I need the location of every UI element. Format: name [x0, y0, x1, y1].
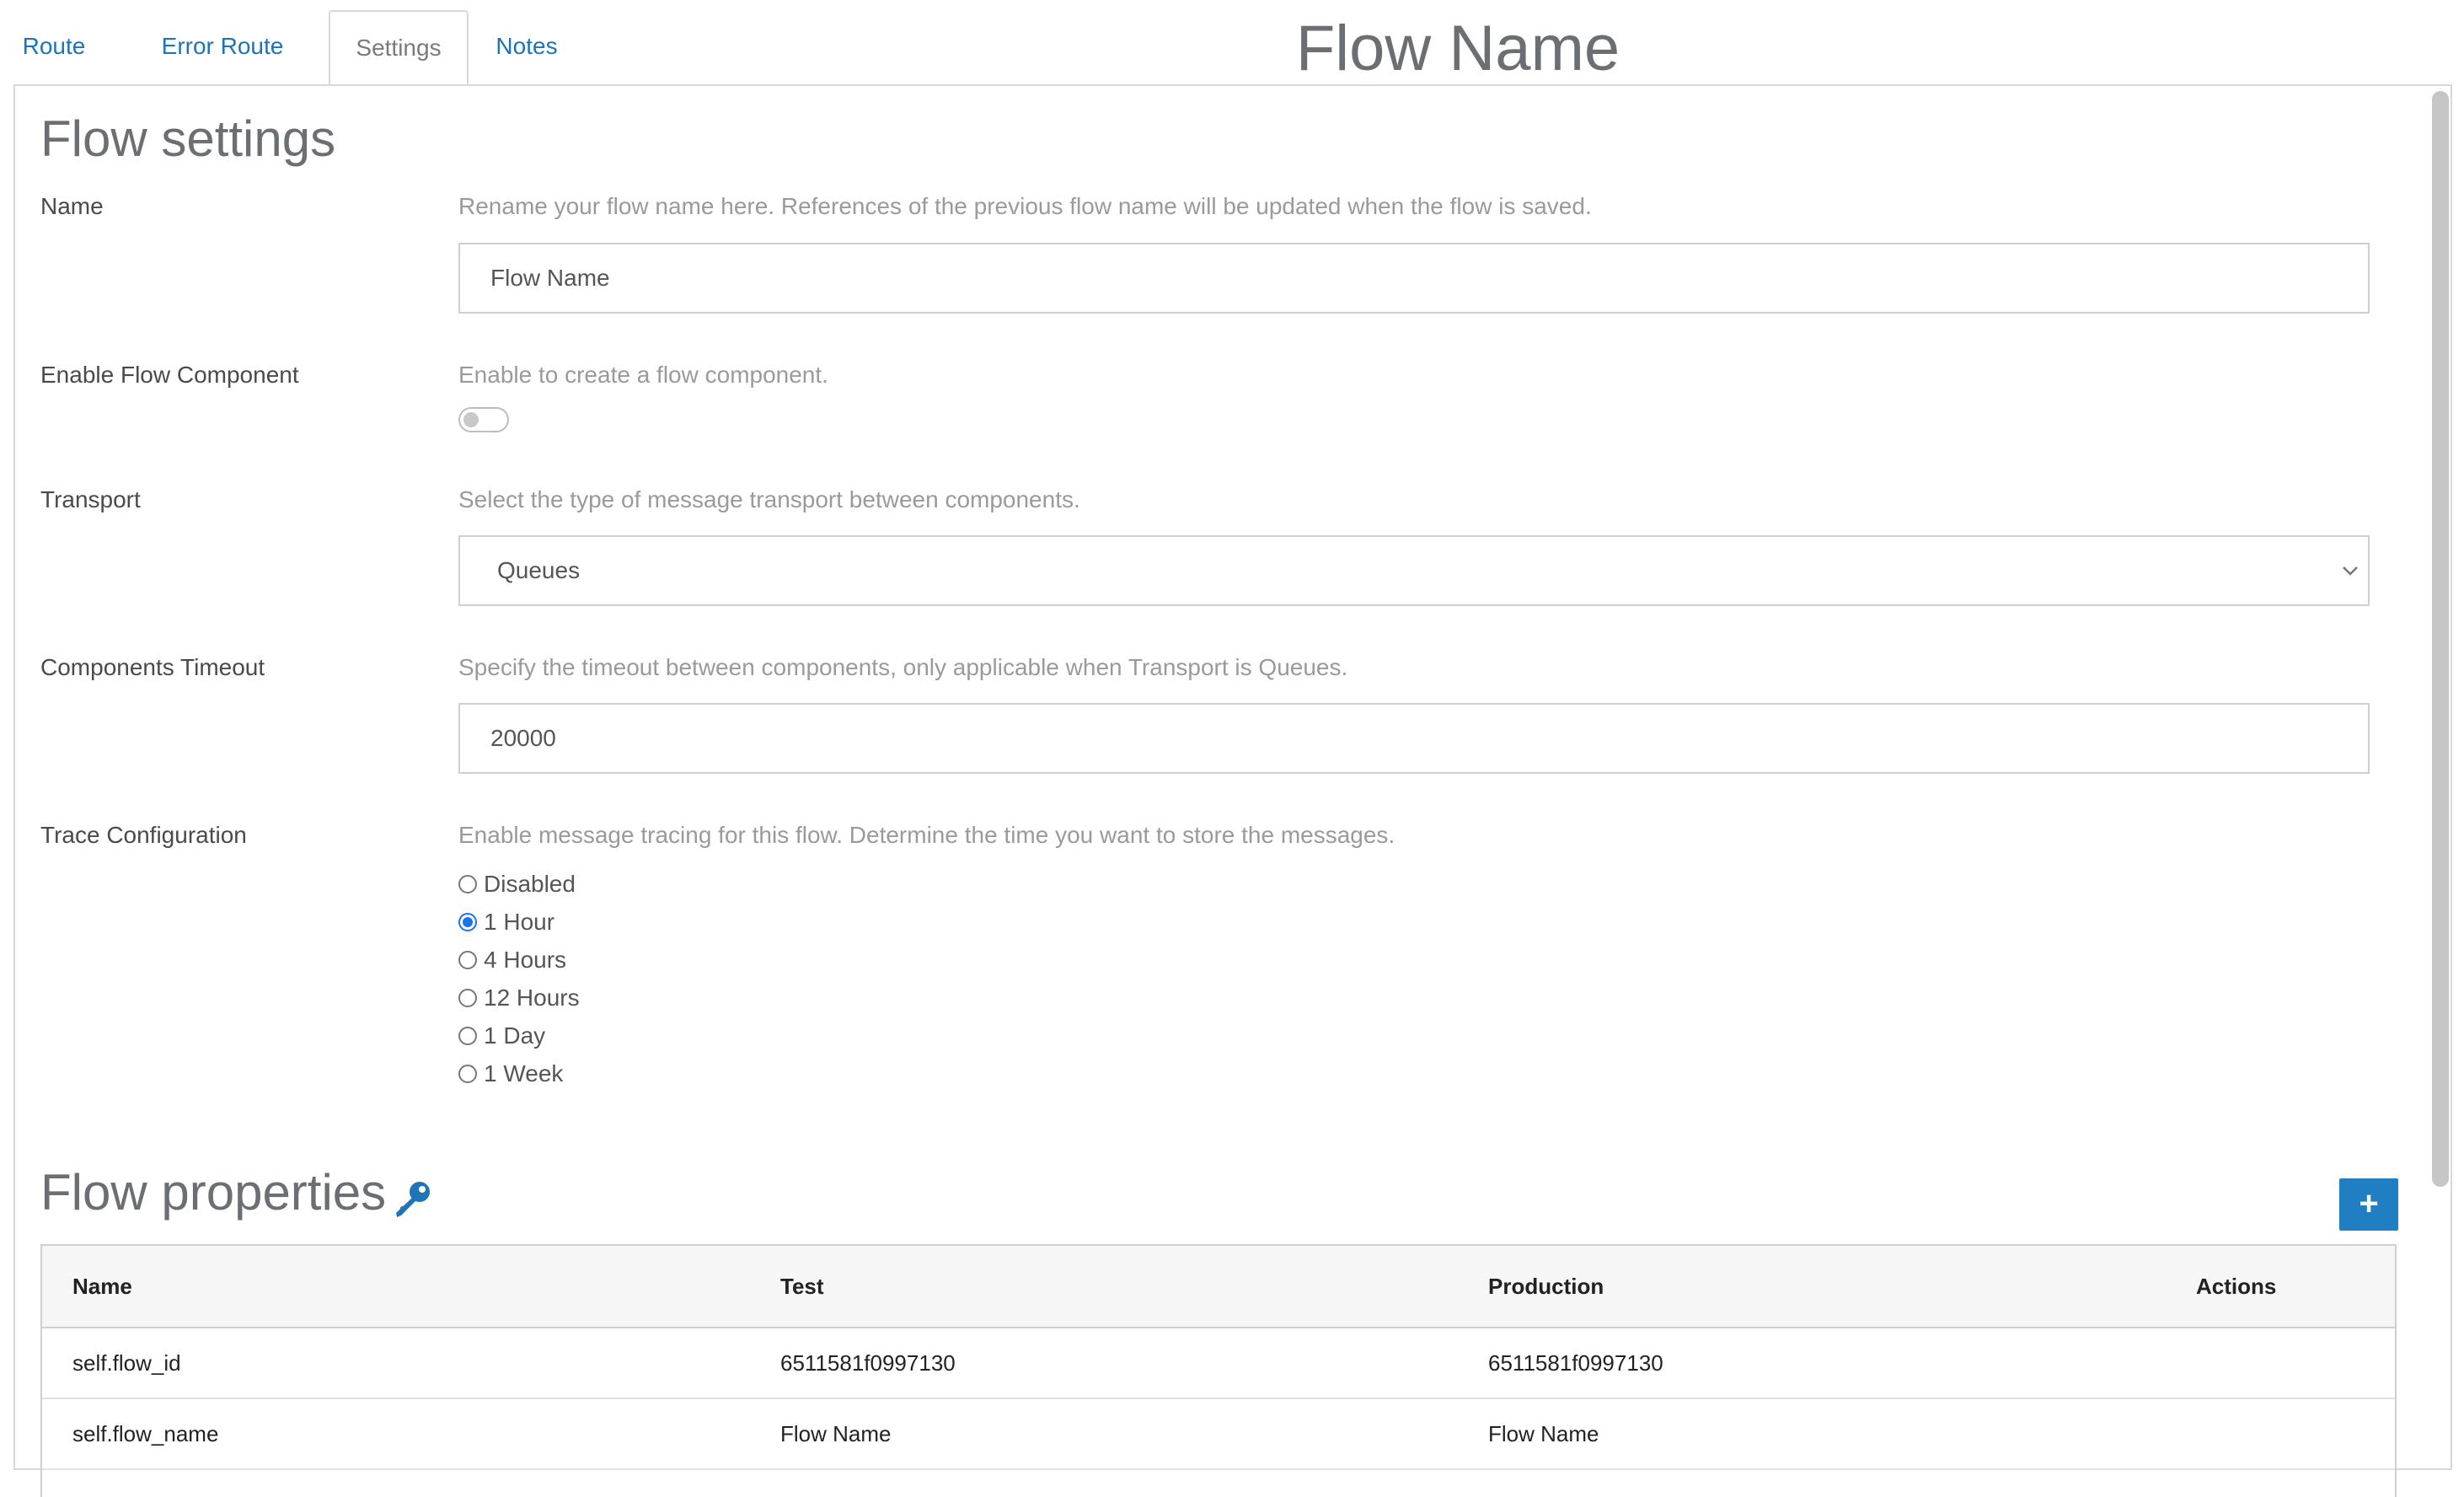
cell-test: 6511581f0997130 — [780, 1350, 956, 1376]
properties-table: Name Test Production Actions self.flow_i… — [40, 1244, 2397, 1497]
transport-value: Queues — [497, 557, 581, 583]
tab-notes[interactable]: Notes — [480, 10, 573, 83]
trace-option-disabled[interactable]: Disabled — [458, 865, 580, 903]
timeout-label: Components Timeout — [40, 654, 265, 680]
key-icon[interactable] — [393, 1178, 433, 1221]
timeout-input[interactable]: 20000 — [458, 703, 2370, 774]
radio-label: 1 Week — [484, 1060, 564, 1087]
trace-option-4-hours[interactable]: 4 Hours — [458, 941, 580, 979]
radio-button[interactable] — [458, 1064, 477, 1083]
column-header-production: Production — [1488, 1274, 1604, 1299]
cell-name: self.flow_name — [72, 1421, 219, 1446]
flow-title: Flow Name — [1295, 13, 1620, 84]
add-property-button[interactable]: + — [2339, 1178, 2398, 1231]
radio-label: 12 Hours — [484, 984, 580, 1011]
radio-label: 1 Hour — [484, 908, 555, 935]
cell-test: Flow Name — [780, 1421, 892, 1446]
toggle-knob — [463, 412, 479, 427]
cell-name: self.flow_id — [72, 1350, 181, 1376]
name-label: Name — [40, 193, 104, 219]
column-header-actions: Actions — [2196, 1274, 2277, 1299]
radio-button[interactable] — [458, 874, 477, 893]
trace-label: Trace Configuration — [40, 822, 247, 848]
table-row: self.flow_name Flow Name Flow Name — [42, 1399, 2395, 1470]
flow-component-help: Enable to create a flow component. — [458, 362, 828, 388]
timeout-help: Specify the timeout between components, … — [458, 654, 1348, 680]
transport-help: Select the type of message transport bet… — [458, 486, 1080, 512]
cell-production: 6511581f0997130 — [1488, 1350, 1663, 1376]
flow-component-toggle[interactable] — [458, 407, 509, 432]
transport-label: Transport — [40, 486, 141, 512]
trace-option-1-day[interactable]: 1 Day — [458, 1017, 580, 1054]
flow-settings-heading: Flow settings — [40, 110, 336, 167]
radio-button[interactable] — [458, 988, 477, 1007]
scrollbar[interactable] — [2432, 91, 2449, 1187]
trace-option-1-week[interactable]: 1 Week — [458, 1054, 580, 1092]
flow-component-label: Enable Flow Component — [40, 362, 299, 388]
radio-label: 1 Day — [484, 1022, 546, 1049]
column-header-test: Test — [780, 1274, 824, 1299]
column-header-name: Name — [72, 1274, 132, 1299]
radio-button[interactable] — [458, 950, 477, 969]
name-help: Rename your flow name here. References o… — [458, 193, 1592, 219]
radio-label: 4 Hours — [484, 946, 567, 973]
chevron-down-icon — [2341, 537, 2360, 630]
tab-route[interactable]: Route — [15, 10, 93, 83]
table-header: Name Test Production Actions — [42, 1246, 2395, 1328]
tab-settings[interactable]: Settings — [329, 10, 469, 86]
radio-button-selected[interactable] — [458, 912, 477, 931]
table-row: self.flow_id 6511581f0997130 6511581f099… — [42, 1328, 2395, 1399]
transport-select[interactable]: Queues — [458, 535, 2370, 606]
trace-help: Enable message tracing for this flow. De… — [458, 822, 1395, 848]
trace-option-12-hours[interactable]: 12 Hours — [458, 979, 580, 1017]
flow-properties-heading: Flow properties — [40, 1164, 387, 1221]
tab-error-route[interactable]: Error Route — [150, 10, 295, 83]
trace-option-1-hour[interactable]: 1 Hour — [458, 903, 580, 941]
radio-label: Disabled — [484, 870, 576, 897]
radio-button[interactable] — [458, 1026, 477, 1045]
cell-production: Flow Name — [1488, 1421, 1599, 1446]
flow-name-input[interactable]: Flow Name — [458, 243, 2370, 314]
trace-radio-group: Disabled 1 Hour 4 Hours 12 Hours 1 Day 1… — [458, 865, 580, 1092]
